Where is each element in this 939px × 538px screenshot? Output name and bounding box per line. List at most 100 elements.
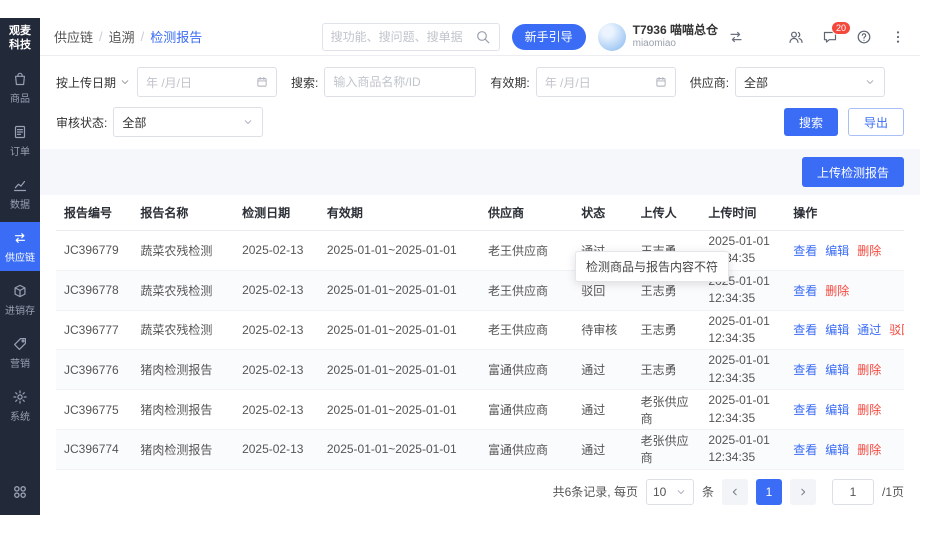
product-search-input[interactable] — [333, 75, 468, 89]
search-icon[interactable] — [475, 29, 491, 45]
table-toolbar: 上传检测报告 — [40, 149, 920, 195]
contacts-icon[interactable] — [788, 29, 804, 45]
messages-icon[interactable]: 20 — [822, 20, 852, 45]
search-button[interactable]: 搜索 — [783, 108, 838, 136]
table-cell: 2025-01-01~2025-01-01 — [318, 310, 480, 351]
global-search-box[interactable] — [321, 22, 500, 51]
table-cell: 老张供应商 — [632, 429, 701, 470]
product-search-box[interactable] — [324, 67, 477, 97]
breadcrumb: 供应链 / 追溯 / 检测报告 — [54, 27, 202, 46]
breadcrumb-separator: / — [140, 29, 145, 44]
table-cell: 2025-02-13 — [234, 270, 319, 311]
table-cell: 2025-01-01 12:34:35 — [700, 310, 786, 351]
main-area: 供应链 / 追溯 / 检测报告 新手引导 T7936 喵喵总仓 miaomiao 20 — [40, 18, 920, 515]
action-link[interactable]: 删除 — [857, 443, 881, 457]
order-icon — [12, 124, 28, 140]
marketing-icon — [12, 336, 28, 352]
column-header: 上传时间 — [700, 195, 786, 231]
table-cell: 蔬菜农残检测 — [132, 230, 235, 271]
table-cell: 2025-02-13 — [234, 230, 319, 271]
table-cell: JC396778 — [56, 270, 133, 311]
table-row: JC396776 猪肉检测报告 2025-02-13 2025-01-01~2025-… — [56, 349, 904, 391]
account[interactable]: T7936 喵喵总仓 miaomiao — [597, 22, 718, 51]
action-link[interactable]: 查看 — [793, 244, 817, 258]
table-row: JC396779 蔬菜农残检测 2025-02-13 2025-01-01~2025-… — [56, 230, 904, 271]
action-link[interactable]: 编辑 — [825, 244, 849, 258]
action-link[interactable]: 查看 — [793, 443, 817, 457]
sidebar-item-supply-chain[interactable]: 供应链 — [0, 221, 40, 271]
current-page-button[interactable]: 1 — [755, 478, 782, 505]
next-page-button[interactable] — [789, 478, 816, 505]
action-link[interactable]: 删除 — [857, 403, 881, 417]
table-body: JC396779 蔬菜农残检测 2025-02-13 2025-01-01~2025-… — [56, 230, 904, 470]
pagination: 共6条记录, 每页 10 条 1 /1页 — [56, 470, 904, 517]
table-cell: 王志勇 — [632, 349, 701, 391]
upload-date-input[interactable]: 年 /月/日 — [137, 67, 278, 97]
sidebar-item-label: 营销 — [10, 358, 30, 370]
upload-date-filter-label[interactable]: 按上传日期 — [56, 74, 131, 91]
upload-report-button[interactable]: 上传检测报告 — [801, 157, 904, 187]
table-cell: 猪肉检测报告 — [132, 389, 235, 430]
app-logo[interactable]: 观麦科技 — [7, 25, 33, 53]
table-cell: JC396774 — [56, 429, 133, 470]
prev-page-button[interactable] — [721, 478, 748, 505]
table-cell: 富通供应商 — [479, 389, 574, 430]
action-link[interactable]: 删除 — [857, 244, 881, 258]
sidebar-item-goods[interactable]: 商品 — [0, 63, 40, 112]
table-cell: 通过 — [573, 429, 633, 470]
apps-grid-icon[interactable] — [11, 483, 29, 501]
table-cell: 富通供应商 — [479, 349, 574, 391]
action-link[interactable]: 查看 — [793, 323, 817, 337]
chevron-down-icon — [242, 116, 254, 128]
sidebar-item-inventory[interactable]: 进销存 — [0, 275, 40, 324]
account-name: T7936 喵喵总仓 — [632, 22, 718, 37]
action-link[interactable]: 查看 — [793, 403, 817, 417]
chevron-down-icon — [864, 76, 876, 88]
filter-actions: 搜索 导出 — [783, 108, 904, 136]
action-link[interactable]: 编辑 — [825, 323, 849, 337]
table-cell: 2025-02-13 — [234, 429, 319, 470]
validity-date-input[interactable]: 年 /月/日 — [535, 67, 676, 97]
status-filter-label: 审核状态: — [56, 115, 108, 130]
action-link[interactable]: 驳回 — [889, 323, 904, 337]
action-link[interactable]: 编辑 — [825, 443, 849, 457]
more-menu-icon[interactable] — [890, 29, 906, 45]
breadcrumb-item[interactable]: 供应链 — [54, 27, 93, 46]
table-cell: 2025-01-01~2025-01-01 — [318, 429, 480, 470]
sidebar-nav: 商品 订单 数据 供应链 进销存营销系统 — [0, 63, 40, 434]
guide-button[interactable]: 新手引导 — [511, 23, 586, 50]
action-link[interactable]: 编辑 — [825, 403, 849, 417]
table-cell: JC396775 — [56, 389, 133, 430]
action-link[interactable]: 查看 — [793, 284, 817, 298]
breadcrumb-item[interactable]: 追溯 — [109, 27, 135, 46]
column-header: 供应商 — [479, 195, 574, 231]
action-link[interactable]: 查看 — [793, 363, 817, 377]
help-icon[interactable] — [856, 29, 872, 45]
table-cell: 老张供应商 — [632, 389, 701, 430]
export-button[interactable]: 导出 — [847, 108, 904, 136]
global-search-input[interactable] — [330, 29, 475, 44]
message-count-badge: 20 — [831, 20, 852, 36]
table-cell: 富通供应商 — [479, 429, 574, 470]
app-window: 观麦科技 商品订单数据供应链进销存营销系统 供应链/追溯/检测报告 新手引导 T… — [0, 18, 920, 515]
supplier-select[interactable]: 全部 — [735, 67, 886, 97]
supplier-select-value: 全部 — [744, 75, 769, 90]
table-cell: 2025-01-01~2025-01-01 — [318, 230, 480, 271]
sidebar-item-orders[interactable]: 订单 — [0, 116, 40, 165]
table-cell: 猪肉检测报告 — [132, 429, 235, 470]
column-header: 报告名称 — [132, 195, 235, 231]
sidebar-item-marketing[interactable]: 营销 — [0, 328, 40, 377]
table-cell: 猪肉检测报告 — [132, 349, 235, 391]
switch-warehouse-icon[interactable] — [728, 29, 744, 45]
action-link[interactable]: 编辑 — [825, 363, 849, 377]
action-link[interactable]: 删除 — [857, 363, 881, 377]
page-size-select[interactable]: 10 — [645, 478, 694, 505]
action-link[interactable]: 通过 — [857, 323, 881, 337]
sidebar-item-data[interactable]: 数据 — [0, 169, 40, 218]
sidebar-item-system[interactable]: 系统 — [0, 381, 40, 430]
table-row: JC396778 蔬菜农残检测 2025-02-13 2025-01-01~2025-… — [56, 270, 904, 311]
action-link[interactable]: 删除 — [825, 284, 849, 298]
page-jump-input[interactable] — [831, 478, 874, 505]
status-select[interactable]: 全部 — [113, 107, 264, 137]
table-cell: 2025-01-01~2025-01-01 — [318, 389, 480, 430]
